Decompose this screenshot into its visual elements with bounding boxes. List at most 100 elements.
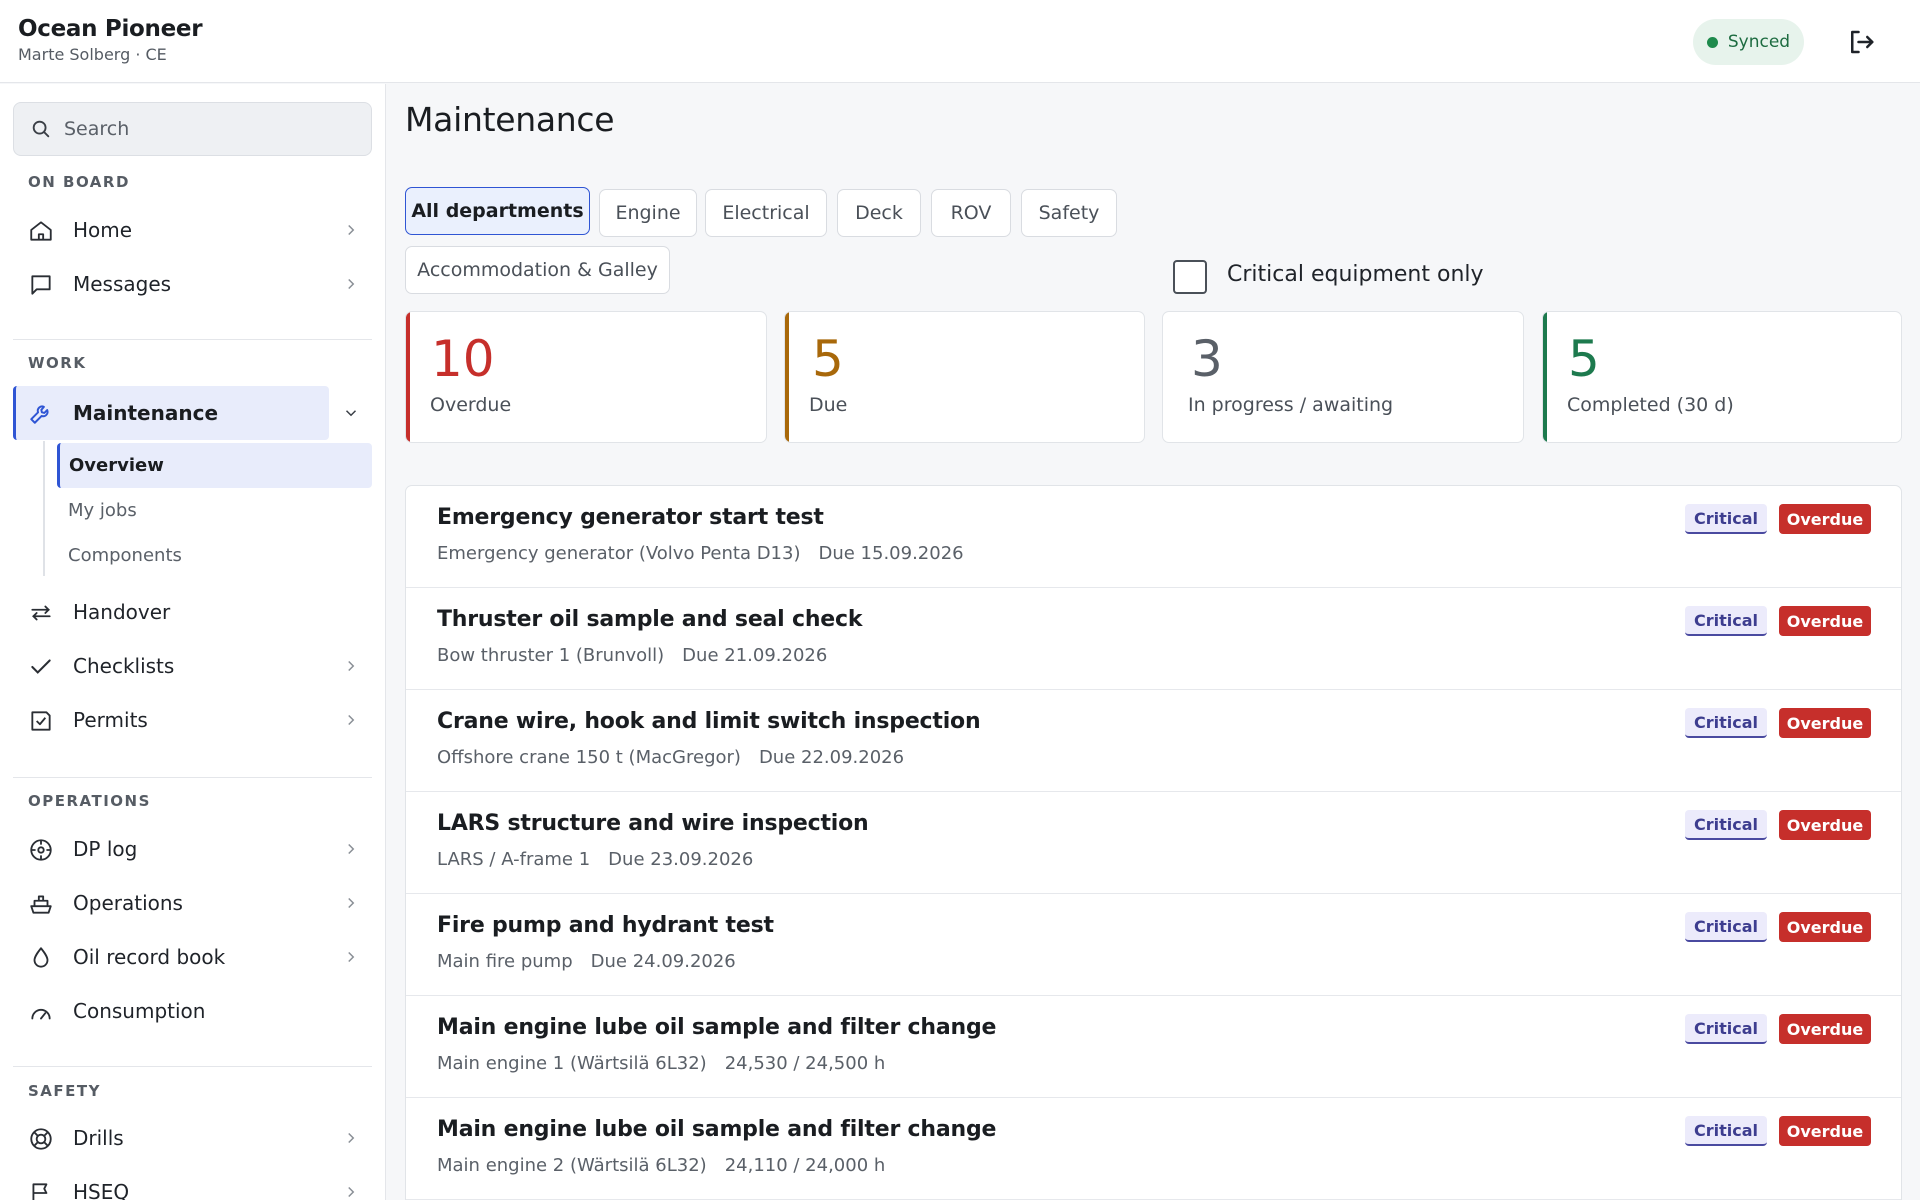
job-due: Due 22.09.2026	[758, 747, 905, 768]
job-due: Due 21.09.2026	[682, 645, 828, 666]
search-icon	[32, 120, 50, 138]
sidebar-item-handover[interactable]: Handover	[13, 587, 372, 637]
sidebar-item-home[interactable]: Home	[13, 205, 372, 255]
sidebar-item-permits[interactable]: Permits	[13, 695, 372, 745]
job-row[interactable]: Thruster oil sample and seal check Bow t…	[406, 588, 1901, 690]
stat-label: Completed (30 d)	[1567, 394, 1734, 416]
job-meta: Bow thruster 1 (Brunvoll) Due 21.09.2026	[437, 645, 827, 666]
sidebar-item-label: Oil record book	[73, 945, 226, 969]
sidebar-item-label: Maintenance	[73, 401, 219, 425]
critical-only-checkbox[interactable]	[1173, 260, 1207, 294]
section-safety: SAFETY	[28, 1082, 101, 1100]
filter-engine[interactable]: Engine	[599, 189, 697, 237]
filter-accommodation-galley[interactable]: Accommodation & Galley	[405, 246, 670, 294]
job-component: Offshore crane 150 t (MacGregor)	[437, 747, 741, 768]
overdue-badge: Overdue	[1779, 810, 1871, 840]
filter-rov[interactable]: ROV	[931, 189, 1011, 237]
flag-icon	[32, 1183, 48, 1200]
ship-icon	[30, 895, 52, 914]
sidebar-item-messages[interactable]: Messages	[13, 259, 372, 309]
job-row[interactable]: Crane wire, hook and limit switch inspec…	[406, 690, 1901, 792]
chevron-right-icon	[348, 278, 355, 290]
stat-label: Due	[809, 394, 848, 416]
job-row[interactable]: LARS structure and wire inspection LARS …	[406, 792, 1901, 894]
critical-badge: Critical	[1685, 504, 1767, 534]
filter-all-departments[interactable]: All departments	[405, 187, 590, 235]
overdue-badge: Overdue	[1779, 1014, 1871, 1044]
sidebar-divider	[13, 1066, 372, 1067]
permit-icon	[31, 711, 51, 731]
overdue-badge: Overdue	[1779, 912, 1871, 942]
stat-label: In progress / awaiting	[1188, 394, 1394, 416]
job-hours: 24,530 / 24,500 h	[724, 1053, 886, 1074]
overdue-badge: Overdue	[1779, 606, 1871, 636]
chevron-right-icon	[348, 224, 355, 236]
chevron-down-icon[interactable]	[342, 404, 360, 422]
chevron-right-icon	[348, 714, 355, 726]
job-title: Thruster oil sample and seal check	[437, 607, 863, 632]
job-due: Due 23.09.2026	[608, 849, 754, 870]
subnav-item-overview[interactable]: Overview	[57, 443, 372, 488]
sync-dot-icon	[1706, 36, 1718, 48]
job-row[interactable]: Emergency generator start test Emergency…	[406, 486, 1901, 588]
stat-card-completed[interactable]: 5 Completed (30 d)	[1542, 311, 1902, 443]
sidebar-item-label: Home	[73, 218, 133, 242]
stat-label: Overdue	[430, 394, 512, 416]
subnav-item-components[interactable]: Components	[57, 533, 372, 578]
sync-status-badge: Synced	[1693, 19, 1804, 65]
chevron-right-icon	[348, 1186, 355, 1198]
filter-safety[interactable]: Safety	[1021, 189, 1117, 237]
job-meta: Main engine 2 (Wärtsilä 6L32) 24,110 / 24…	[437, 1155, 885, 1176]
sync-status-label: Synced	[1727, 32, 1791, 52]
job-component: LARS / A-frame 1	[437, 849, 591, 870]
filter-deck[interactable]: Deck	[837, 189, 921, 237]
job-meta: LARS / A-frame 1 Due 23.09.2026	[437, 849, 753, 870]
page-title: Maintenance	[405, 100, 615, 139]
message-icon	[31, 275, 51, 295]
chevron-right-icon	[348, 843, 355, 855]
job-meta: Offshore crane 150 t (MacGregor) Due 22.0…	[437, 747, 904, 768]
section-on-board: ON BOARD	[28, 173, 130, 191]
chevron-right-icon	[348, 1132, 355, 1144]
subnav-item-my-jobs[interactable]: My jobs	[57, 488, 372, 533]
job-row[interactable]: Main engine lube oil sample and filter c…	[406, 996, 1901, 1098]
sidebar-item-label: Checklists	[73, 654, 175, 678]
stat-accent-bar	[1543, 312, 1547, 442]
filter-electrical[interactable]: Electrical	[705, 189, 827, 237]
stat-accent-bar	[785, 312, 789, 442]
sidebar-item-hseq[interactable]: HSEQ	[13, 1167, 372, 1200]
sidebar-item-drills[interactable]: Drills	[13, 1113, 372, 1163]
sidebar-item-label: HSEQ	[73, 1180, 130, 1200]
job-row[interactable]: Main engine lube oil sample and filter c…	[406, 1098, 1901, 1200]
sidebar-item-checklists[interactable]: Checklists	[13, 641, 372, 691]
vessel-name: Ocean Pioneer	[18, 16, 203, 42]
sidebar-item-oil-record-book[interactable]: Oil record book	[13, 932, 372, 982]
critical-badge: Critical	[1685, 1116, 1767, 1146]
stat-card-in-progress[interactable]: 3 In progress / awaiting	[1162, 311, 1524, 443]
critical-badge: Critical	[1685, 708, 1767, 738]
sidebar-item-consumption[interactable]: Consumption	[13, 986, 372, 1036]
job-row[interactable]: Fire pump and hydrant test Main fire pum…	[406, 894, 1901, 996]
sidebar-item-maintenance[interactable]: Maintenance	[13, 386, 329, 440]
overdue-badge: Overdue	[1779, 504, 1871, 534]
sidebar-item-dp-log[interactable]: DP log	[13, 824, 372, 874]
stat-card-overdue[interactable]: 10 Overdue	[405, 311, 767, 443]
job-meta: Main fire pump Due 24.09.2026	[437, 951, 736, 972]
search-box[interactable]	[13, 102, 372, 156]
sidebar: ON BOARD Home Messages WORK Maintenance …	[0, 84, 386, 1200]
compass-icon	[30, 839, 52, 861]
sidebar-item-label: Messages	[73, 272, 172, 296]
stat-value: 10	[431, 330, 495, 388]
stat-value: 5	[1568, 330, 1600, 388]
sidebar-item-label: Permits	[73, 708, 148, 732]
stat-card-due[interactable]: 5 Due	[784, 311, 1145, 443]
logout-icon[interactable]	[1846, 27, 1876, 57]
job-meta: Main engine 1 (Wärtsilä 6L32) 24,530 / 24…	[437, 1053, 885, 1074]
sidebar-item-operations[interactable]: Operations	[13, 878, 372, 928]
search-input[interactable]	[64, 118, 344, 140]
job-title: LARS structure and wire inspection	[437, 811, 869, 836]
sidebar-item-label: Operations	[73, 891, 183, 915]
sidebar-item-label: DP log	[73, 837, 138, 861]
top-bar: Ocean Pioneer Marte Solberg · CE Synced	[0, 0, 1920, 83]
job-component: Main engine 2 (Wärtsilä 6L32)	[437, 1155, 707, 1176]
